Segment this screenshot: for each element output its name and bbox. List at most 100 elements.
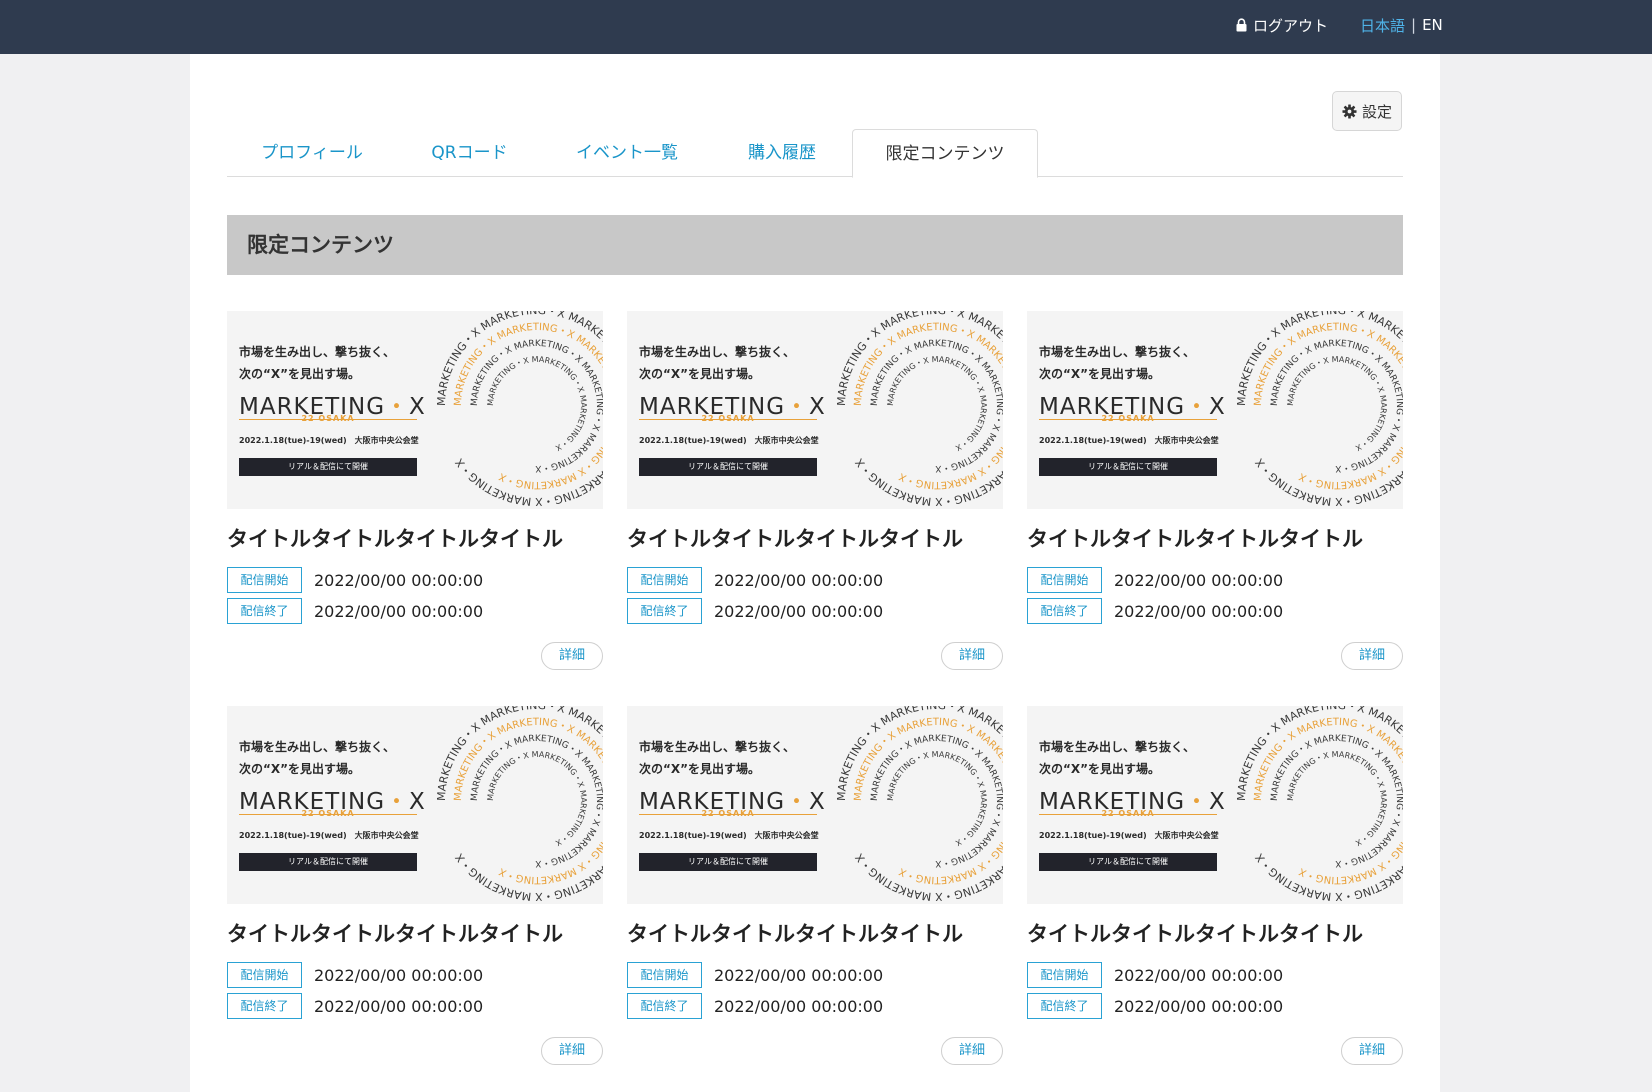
end-row: 配信終了 2022/00/00 00:00:00: [227, 993, 483, 1019]
content-thumbnail[interactable]: 市場を生み出し、撃ち抜く、 次の“X”を見出す場。 MARKETING・X 22…: [1027, 706, 1403, 904]
settings-label: 設定: [1361, 102, 1392, 121]
start-row: 配信開始 2022/00/00 00:00:00: [1027, 567, 1283, 593]
thumbnail-date: 2022.1.18(tue)-19(wed) 大阪市中央公会堂: [239, 831, 419, 840]
start-time: 2022/00/00 00:00:00: [1114, 965, 1284, 985]
start-row: 配信開始 2022/00/00 00:00:00: [227, 567, 483, 593]
lang-ja-link[interactable]: 日本語: [1360, 15, 1405, 36]
end-row: 配信終了 2022/00/00 00:00:00: [1027, 993, 1283, 1019]
logout-link[interactable]: ログアウト: [1236, 14, 1328, 36]
end-row: 配信終了 2022/00/00 00:00:00: [627, 993, 883, 1019]
thumbnail-banner: リアル＆配信にて開催: [639, 853, 817, 871]
language-switcher: 日本語 | EN: [1360, 14, 1443, 36]
ring-text-graphic: MARKETING・X MARKETING・X MARKETING・X MARK…: [1237, 311, 1403, 508]
start-time: 2022/00/00 00:00:00: [1114, 570, 1284, 590]
start-badge: 配信開始: [627, 962, 702, 988]
thumbnail-tagline-2: 次の“X”を見出す場。: [239, 367, 361, 381]
card-title: タイトルタイトルタイトルタイトル: [227, 922, 563, 946]
detail-button[interactable]: 詳細: [1341, 1037, 1403, 1065]
content-thumbnail[interactable]: 市場を生み出し、撃ち抜く、 次の“X”を見出す場。 MARKETING・X 22…: [227, 706, 603, 904]
end-badge: 配信終了: [227, 598, 302, 624]
content-card: 市場を生み出し、撃ち抜く、 次の“X”を見出す場。 MARKETING・X 22…: [227, 706, 603, 1076]
ring-text: MARKETING・X MARKETING・X MARKETING・X: [886, 750, 988, 848]
content-thumbnail[interactable]: 市場を生み出し、撃ち抜く、 次の“X”を見出す場。 MARKETING・X 22…: [627, 311, 1003, 509]
thumbnail-subtitle: 22 OSAKA: [701, 414, 755, 423]
thumbnail-tagline-1: 市場を生み出し、撃ち抜く、: [639, 740, 796, 754]
end-row: 配信終了 2022/00/00 00:00:00: [627, 598, 883, 624]
tab-qr-code[interactable]: QRコード: [397, 129, 542, 177]
thumbnail-banner: リアル＆配信にて開催: [239, 458, 417, 476]
lang-separator: |: [1411, 16, 1417, 34]
ring-text-graphic: MARKETING・X MARKETING・X MARKETING・X MARK…: [837, 311, 1003, 508]
content-thumbnail[interactable]: 市場を生み出し、撃ち抜く、 次の“X”を見出す場。 MARKETING・X 22…: [627, 706, 1003, 904]
ring-text-graphic: MARKETING・X MARKETING・X MARKETING・X MARK…: [1237, 706, 1403, 903]
content-card: 市場を生み出し、撃ち抜く、 次の“X”を見出す場。 MARKETING・X 22…: [1027, 706, 1403, 1076]
start-time: 2022/00/00 00:00:00: [314, 570, 484, 590]
content-card: 市場を生み出し、撃ち抜く、 次の“X”を見出す場。 MARKETING・X 22…: [227, 311, 603, 681]
card-title: タイトルタイトルタイトルタイトル: [227, 527, 563, 551]
thumbnail-tagline-1: 市場を生み出し、撃ち抜く、: [239, 740, 396, 754]
lock-icon: [1236, 18, 1247, 32]
content-card: 市場を生み出し、撃ち抜く、 次の“X”を見出す場。 MARKETING・X 22…: [627, 706, 1003, 1076]
settings-button[interactable]: 設定: [1332, 91, 1402, 131]
start-row: 配信開始 2022/00/00 00:00:00: [1027, 962, 1283, 988]
tab-purchase-history[interactable]: 購入履歴: [712, 129, 852, 177]
end-badge: 配信終了: [1027, 598, 1102, 624]
thumbnail-banner: リアル＆配信にて開催: [1039, 853, 1217, 871]
thumbnail-tagline-2: 次の“X”を見出す場。: [1039, 762, 1161, 776]
end-row: 配信終了 2022/00/00 00:00:00: [227, 598, 483, 624]
start-badge: 配信開始: [227, 567, 302, 593]
thumbnail-subtitle: 22 OSAKA: [301, 414, 355, 423]
thumbnail-tagline-2: 次の“X”を見出す場。: [239, 762, 361, 776]
thumbnail-tagline-1: 市場を生み出し、撃ち抜く、: [639, 345, 796, 359]
start-badge: 配信開始: [1027, 567, 1102, 593]
detail-button[interactable]: 詳細: [941, 642, 1003, 670]
end-time: 2022/00/00 00:00:00: [1114, 996, 1284, 1016]
thumbnail-subtitle: 22 OSAKA: [301, 809, 355, 818]
content-thumbnail[interactable]: 市場を生み出し、撃ち抜く、 次の“X”を見出す場。 MARKETING・X 22…: [1027, 311, 1403, 509]
thumbnail-tagline-2: 次の“X”を見出す場。: [639, 762, 761, 776]
detail-button[interactable]: 詳細: [1341, 642, 1403, 670]
start-row: 配信開始 2022/00/00 00:00:00: [627, 567, 883, 593]
end-time: 2022/00/00 00:00:00: [1114, 601, 1284, 621]
detail-button[interactable]: 詳細: [941, 1037, 1003, 1065]
end-badge: 配信終了: [1027, 993, 1102, 1019]
thumbnail-banner: リアル＆配信にて開催: [239, 853, 417, 871]
start-row: 配信開始 2022/00/00 00:00:00: [227, 962, 483, 988]
start-badge: 配信開始: [627, 567, 702, 593]
end-time: 2022/00/00 00:00:00: [714, 601, 884, 621]
thumbnail-tagline-1: 市場を生み出し、撃ち抜く、: [1039, 345, 1196, 359]
ring-text-graphic: MARKETING・X MARKETING・X MARKETING・X MARK…: [437, 706, 603, 903]
thumbnail-date: 2022.1.18(tue)-19(wed) 大阪市中央公会堂: [239, 436, 419, 445]
thumbnail-subtitle: 22 OSAKA: [701, 809, 755, 818]
tab-profile[interactable]: プロフィール: [227, 129, 397, 177]
lang-en-link[interactable]: EN: [1422, 16, 1443, 34]
tab-exclusive-content[interactable]: 限定コンテンツ: [852, 129, 1038, 178]
thumbnail-tagline-1: 市場を生み出し、撃ち抜く、: [1039, 740, 1196, 754]
thumbnail-tagline-2: 次の“X”を見出す場。: [1039, 367, 1161, 381]
ring-text-path: MARKETING・X MARKETING・X MARKETING・X: [486, 750, 588, 848]
card-title: タイトルタイトルタイトルタイトル: [627, 527, 963, 551]
end-time: 2022/00/00 00:00:00: [314, 601, 484, 621]
ring-text: MARKETING・X MARKETING・X MARKETING・X: [1286, 750, 1388, 848]
ring-text: MARKETING・X MARKETING・X MARKETING・X: [486, 355, 588, 453]
thumbnail-date: 2022.1.18(tue)-19(wed) 大阪市中央公会堂: [1039, 436, 1219, 445]
content-thumbnail[interactable]: 市場を生み出し、撃ち抜く、 次の“X”を見出す場。 MARKETING・X 22…: [227, 311, 603, 509]
end-badge: 配信終了: [627, 993, 702, 1019]
detail-button[interactable]: 詳細: [541, 1037, 603, 1065]
end-badge: 配信終了: [227, 993, 302, 1019]
ring-text-path: MARKETING・X MARKETING・X MARKETING・X: [886, 750, 988, 848]
card-title: タイトルタイトルタイトルタイトル: [1027, 922, 1363, 946]
end-time: 2022/00/00 00:00:00: [714, 996, 884, 1016]
start-time: 2022/00/00 00:00:00: [314, 965, 484, 985]
thumbnail-tagline-1: 市場を生み出し、撃ち抜く、: [239, 345, 396, 359]
ring-text-graphic: MARKETING・X MARKETING・X MARKETING・X MARK…: [837, 706, 1003, 903]
start-badge: 配信開始: [1027, 962, 1102, 988]
thumbnail-date: 2022.1.18(tue)-19(wed) 大阪市中央公会堂: [639, 831, 819, 840]
tab-event-list[interactable]: イベント一覧: [542, 129, 712, 177]
end-time: 2022/00/00 00:00:00: [314, 996, 484, 1016]
logout-label: ログアウト: [1253, 16, 1329, 35]
ring-text: MARKETING・X MARKETING・X MARKETING・X: [486, 750, 588, 848]
start-time: 2022/00/00 00:00:00: [714, 965, 884, 985]
detail-button[interactable]: 詳細: [541, 642, 603, 670]
end-row: 配信終了 2022/00/00 00:00:00: [1027, 598, 1283, 624]
